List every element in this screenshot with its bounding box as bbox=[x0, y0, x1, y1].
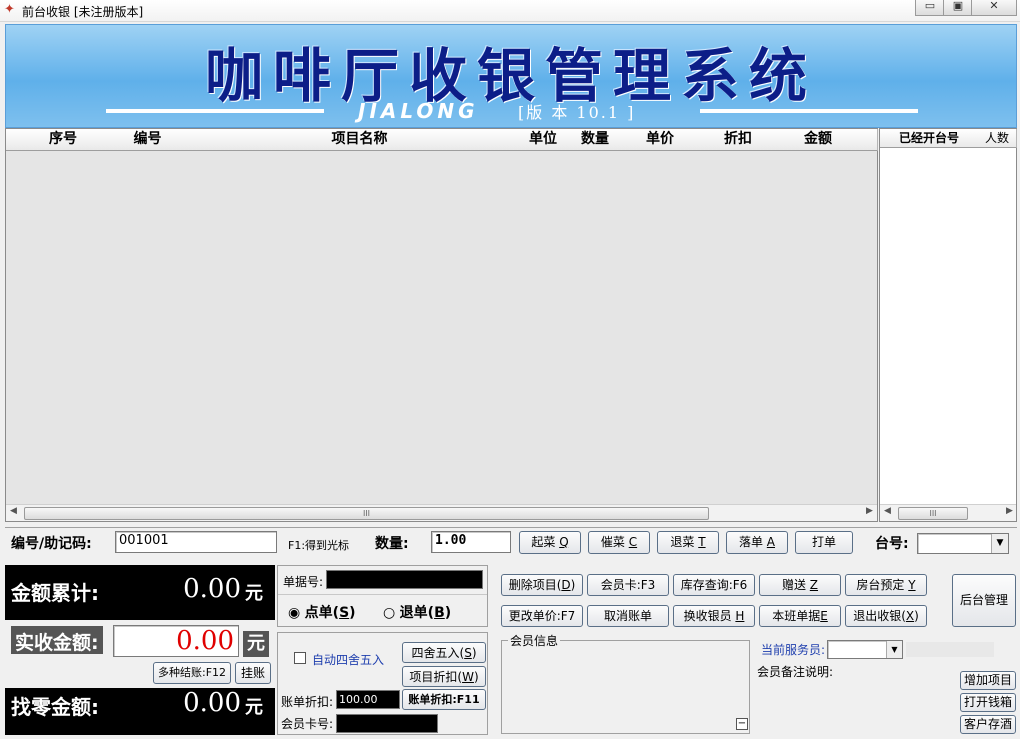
cursor-hint: F1:得到光标 bbox=[288, 539, 350, 552]
bill-discount-input[interactable]: 100.00 bbox=[336, 690, 400, 709]
order-mode-radio[interactable]: ◉ 点单(S) bbox=[288, 602, 356, 622]
col-header-discount[interactable]: 折扣 bbox=[702, 129, 775, 151]
member-info-title: 会员信息 bbox=[508, 632, 561, 649]
col-header-people[interactable]: 人数 bbox=[978, 129, 1017, 148]
change-price-button[interactable]: 更改单价:F7 bbox=[501, 605, 583, 627]
bill-no-field bbox=[326, 570, 483, 589]
item-discount-button[interactable]: 项目折扣(W) bbox=[402, 666, 486, 687]
banner-brand: JIALONG bbox=[358, 99, 479, 123]
banner-version: [版 本 10.1 ] bbox=[518, 103, 636, 122]
stock-query-button[interactable]: 库存查询:F6 bbox=[673, 574, 755, 596]
cancel-bill-button[interactable]: 取消账单 bbox=[587, 605, 669, 627]
col-header-name[interactable]: 项目名称 bbox=[205, 129, 515, 151]
discount-group: 自动四舍五入 四舍五入(S) 项目折扣(W) 账单折扣: 100.00 账单折扣… bbox=[277, 632, 488, 735]
scroll-right-icon[interactable]: ▶ bbox=[866, 506, 873, 516]
bill-discount-label: 账单折扣: bbox=[281, 695, 334, 709]
grid-horizontal-scrollbar[interactable]: ◀ III ▶ bbox=[6, 504, 877, 521]
payment-summary-panel: 金额累计: 0.00 元 实收金额: 0.00 元 多种结账:F12 挂账 找零… bbox=[5, 565, 275, 735]
round-button[interactable]: 四舍五入(S) bbox=[402, 642, 486, 663]
bill-discount-button[interactable]: 账单折扣:F11 bbox=[402, 689, 486, 710]
auto-round-label[interactable]: 自动四舍五入 bbox=[312, 651, 384, 668]
received-label: 实收金额: bbox=[11, 626, 103, 654]
waiter-dropdown-icon[interactable]: ▼ bbox=[886, 641, 902, 658]
received-unit: 元 bbox=[243, 631, 269, 657]
delete-item-button[interactable]: 删除项目(D) bbox=[501, 574, 583, 596]
close-button[interactable]: ✕ bbox=[971, 0, 1017, 16]
order-grid[interactable]: 序号 编号 项目名称 单位 数量 单价 折扣 金额 ◀ III ▶ bbox=[5, 128, 878, 522]
open-tables-list[interactable]: 已经开台号 人数 ◀ III ▶ bbox=[879, 128, 1017, 522]
code-input[interactable]: 001001 bbox=[115, 531, 277, 553]
grid-corner bbox=[6, 129, 37, 151]
scroll-left-icon[interactable]: ◀ bbox=[10, 506, 17, 516]
window-title: 前台收银 [未注册版本] bbox=[22, 5, 144, 19]
total-label: 金额累计: bbox=[11, 581, 99, 605]
col-header-seq[interactable]: 序号 bbox=[36, 129, 91, 151]
grid-scroll-thumb[interactable]: III bbox=[24, 507, 709, 520]
change-unit: 元 bbox=[245, 697, 263, 718]
table-select[interactable]: ▼ bbox=[917, 533, 1009, 554]
banner-line-right bbox=[700, 109, 918, 113]
change-label: 找零金额: bbox=[11, 695, 99, 719]
received-input[interactable]: 0.00 bbox=[113, 625, 239, 657]
change-value: 0.00 bbox=[183, 688, 241, 718]
maximize-button[interactable]: ▣ bbox=[943, 0, 973, 16]
member-card-label: 会员卡号: bbox=[281, 717, 334, 731]
qty-input[interactable]: 1.00 bbox=[431, 531, 511, 553]
print-order-button[interactable]: 打单 bbox=[795, 531, 853, 554]
waiter-name-display bbox=[906, 642, 994, 657]
switch-cashier-button[interactable]: 换收银员 H bbox=[673, 605, 755, 627]
col-header-amount[interactable]: 金额 bbox=[774, 129, 863, 151]
member-info-group: 会员信息 − bbox=[501, 632, 750, 734]
dropdown-arrow-icon[interactable]: ▼ bbox=[991, 534, 1008, 553]
total-unit: 元 bbox=[245, 583, 263, 604]
rush-button[interactable]: 催菜 C bbox=[588, 531, 650, 554]
banner-title: 咖啡厅收银管理系统 bbox=[204, 42, 817, 110]
qty-label: 数量: bbox=[375, 536, 409, 552]
return-dish-button[interactable]: 退菜 T bbox=[657, 531, 719, 554]
exit-cashier-button[interactable]: 退出收银(X) bbox=[845, 605, 927, 627]
col-header-open-table[interactable]: 已经开台号 bbox=[880, 129, 979, 148]
grid-header-filler bbox=[862, 129, 878, 151]
hang-account-button[interactable]: 挂账 bbox=[235, 662, 271, 684]
table-reserve-button[interactable]: 房台预定 Y bbox=[845, 574, 927, 596]
member-card-button[interactable]: 会员卡:F3 bbox=[587, 574, 669, 596]
table-label: 台号: bbox=[875, 536, 909, 552]
col-header-unit[interactable]: 单位 bbox=[514, 129, 573, 151]
app-icon: ✦ bbox=[4, 2, 15, 17]
return-mode-radio[interactable]: ○ 退单(B) bbox=[383, 602, 451, 622]
waiter-label: 当前服务员: bbox=[761, 643, 826, 657]
place-order-button[interactable]: 落单 A bbox=[726, 531, 788, 554]
gift-button[interactable]: 赠送 Z bbox=[759, 574, 841, 596]
auto-round-checkbox[interactable] bbox=[294, 652, 306, 664]
backend-admin-button[interactable]: 后台管理 bbox=[952, 574, 1016, 627]
code-label: 编号/助记码: bbox=[11, 536, 92, 552]
banner-line-left bbox=[106, 109, 324, 113]
minimize-button[interactable]: ▭ bbox=[915, 0, 945, 16]
banner: 咖啡厅收银管理系统 JIALONG [版 本 10.1 ] bbox=[5, 24, 1017, 128]
collapse-icon[interactable]: − bbox=[736, 718, 748, 730]
tables-scroll-thumb[interactable]: III bbox=[898, 507, 968, 520]
col-header-qty[interactable]: 数量 bbox=[572, 129, 619, 151]
member-card-input[interactable] bbox=[336, 714, 438, 733]
col-header-code[interactable]: 编号 bbox=[90, 129, 206, 151]
open-cash-drawer-button[interactable]: 打开钱箱 bbox=[960, 693, 1016, 712]
bill-no-label: 单据号: bbox=[283, 575, 324, 589]
title-bar: ✦ 前台收银 [未注册版本] ▭ ▣ ✕ bbox=[0, 0, 1020, 22]
customer-wine-storage-button[interactable]: 客户存酒 bbox=[960, 715, 1016, 734]
tables-scroll-left-icon[interactable]: ◀ bbox=[884, 506, 891, 516]
bill-group: 单据号: ◉ 点单(S) ○ 退单(B) bbox=[277, 565, 488, 627]
waiter-select[interactable]: ▼ bbox=[827, 640, 903, 659]
serve-button[interactable]: 起菜 Q bbox=[519, 531, 581, 554]
add-item-button[interactable]: 增加项目 bbox=[960, 671, 1016, 690]
col-header-price[interactable]: 单价 bbox=[618, 129, 703, 151]
tables-horizontal-scrollbar[interactable]: ◀ III ▶ bbox=[880, 504, 1016, 521]
input-row: 编号/助记码: 001001 F1:得到光标 数量: 1.00 起菜 Q 催菜 … bbox=[5, 527, 1017, 558]
member-note-label: 会员备注说明: bbox=[757, 665, 834, 679]
shift-bills-button[interactable]: 本班单据E bbox=[759, 605, 841, 627]
multi-pay-button[interactable]: 多种结账:F12 bbox=[153, 662, 231, 684]
total-value: 0.00 bbox=[183, 574, 241, 604]
tables-scroll-right-icon[interactable]: ▶ bbox=[1006, 506, 1013, 516]
